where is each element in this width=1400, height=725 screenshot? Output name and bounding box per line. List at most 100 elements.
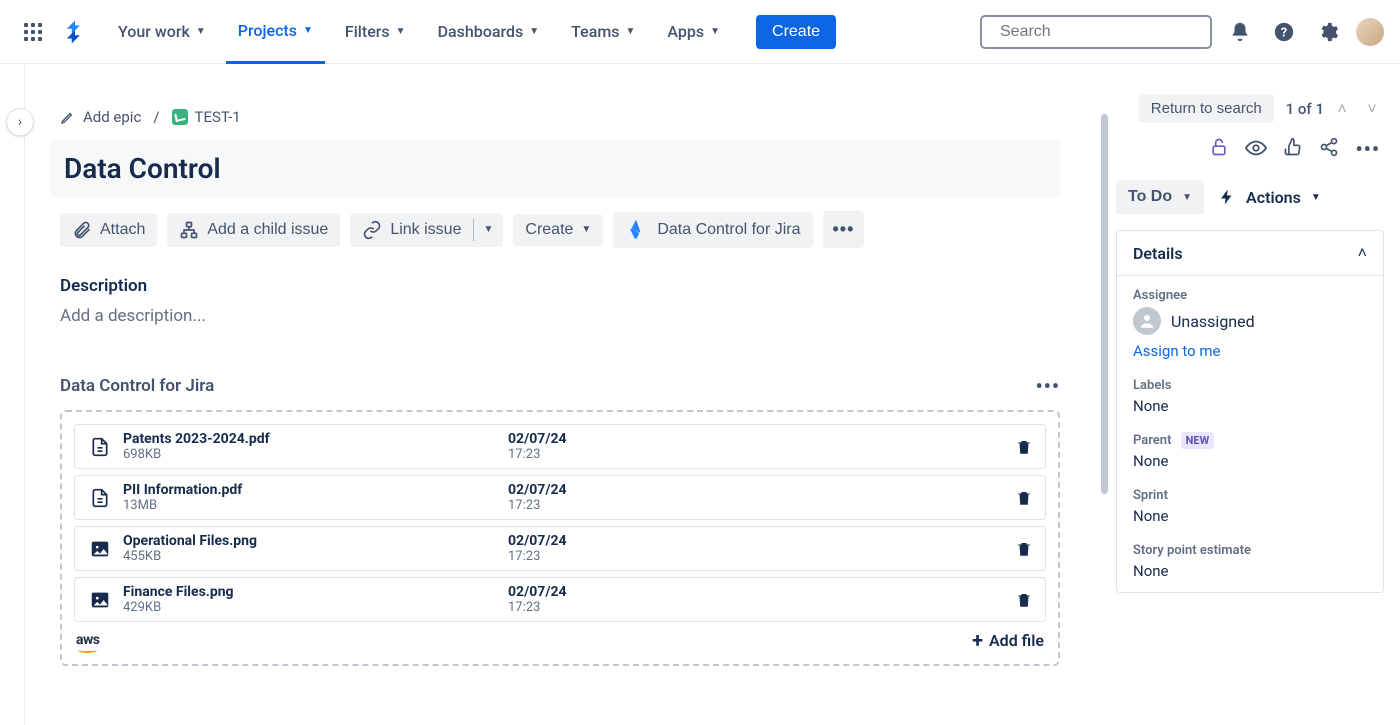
trash-icon bbox=[1015, 591, 1033, 609]
file-row[interactable]: Operational Files.png455KB02/07/2417:23 bbox=[74, 526, 1046, 571]
link-issue-label: Link issue bbox=[390, 221, 461, 239]
more-icon[interactable]: ••• bbox=[1355, 137, 1380, 164]
file-size: 698KB bbox=[123, 447, 508, 462]
status-label: To Do bbox=[1128, 188, 1172, 206]
delete-file-button[interactable] bbox=[993, 591, 1033, 609]
data-control-section-more[interactable]: ••• bbox=[1035, 374, 1060, 398]
details-title: Details bbox=[1133, 244, 1183, 263]
add-child-issue-button[interactable]: Add a child issue bbox=[167, 213, 340, 247]
return-to-search-button[interactable]: Return to search bbox=[1139, 94, 1274, 123]
help-icon[interactable]: ? bbox=[1268, 16, 1300, 48]
story-point-label: Story point estimate bbox=[1133, 543, 1367, 558]
actions-dropdown[interactable]: Actions ▼ bbox=[1218, 188, 1321, 207]
aws-logo-icon: aws bbox=[76, 632, 99, 648]
file-type-icon bbox=[87, 589, 113, 611]
nav-teams[interactable]: Teams ▼ bbox=[559, 2, 647, 62]
search-box[interactable] bbox=[980, 15, 1212, 49]
link-issue-dropdown[interactable]: ▼ bbox=[473, 213, 503, 247]
story-icon bbox=[172, 109, 188, 125]
atlassian-icon bbox=[625, 219, 647, 241]
chevron-down-icon: ▼ bbox=[483, 224, 493, 235]
assignee-label: Assignee bbox=[1133, 288, 1367, 303]
create-dropdown-button[interactable]: Create ▼ bbox=[513, 214, 603, 246]
story-point-field[interactable]: None bbox=[1133, 562, 1367, 580]
data-control-app-button[interactable]: Data Control for Jira bbox=[613, 212, 812, 248]
trash-icon bbox=[1015, 489, 1033, 507]
file-row[interactable]: Patents 2023-2024.pdf698KB02/07/2417:23 bbox=[74, 424, 1046, 469]
lock-icon[interactable] bbox=[1209, 137, 1229, 164]
settings-icon[interactable] bbox=[1312, 16, 1344, 48]
issue-title: Data Control bbox=[64, 152, 1046, 185]
labels-field[interactable]: None bbox=[1133, 397, 1367, 415]
file-row[interactable]: Finance Files.png429KB02/07/2417:23 bbox=[74, 577, 1046, 622]
assign-to-me-link[interactable]: Assign to me bbox=[1133, 342, 1221, 360]
data-control-section-title: Data Control for Jira bbox=[60, 376, 214, 396]
file-time: 17:23 bbox=[508, 498, 608, 513]
status-dropdown[interactable]: To Do ▼ bbox=[1116, 180, 1204, 214]
trash-icon bbox=[1015, 540, 1033, 558]
file-size: 429KB bbox=[123, 600, 508, 615]
file-name: PII Information.pdf bbox=[123, 482, 508, 498]
file-size: 455KB bbox=[123, 549, 508, 564]
nav-apps-label: Apps bbox=[667, 22, 704, 41]
chevron-down-icon: ▼ bbox=[396, 26, 406, 37]
jira-logo-icon[interactable] bbox=[62, 19, 88, 45]
file-row[interactable]: PII Information.pdf13MB02/07/2417:23 bbox=[74, 475, 1046, 520]
action-toolbar: Attach Add a child issue Link issue ▼ bbox=[50, 211, 1060, 248]
file-type-icon bbox=[87, 436, 113, 458]
app-switcher-icon[interactable] bbox=[16, 15, 50, 49]
nav-your-work[interactable]: Your work ▼ bbox=[106, 2, 218, 62]
file-name: Finance Files.png bbox=[123, 584, 508, 600]
nav-apps[interactable]: Apps ▼ bbox=[655, 2, 732, 62]
chevron-down-icon: ▼ bbox=[529, 26, 539, 37]
file-date: 02/07/24 bbox=[508, 431, 608, 447]
delete-file-button[interactable] bbox=[993, 489, 1033, 507]
attachment-icon bbox=[72, 220, 92, 240]
link-issue-split: Link issue ▼ bbox=[350, 213, 503, 247]
create-button[interactable]: Create bbox=[756, 15, 836, 49]
chevron-down-icon: ▼ bbox=[1311, 192, 1321, 203]
new-badge: NEW bbox=[1181, 432, 1215, 449]
nav-projects-label: Projects bbox=[238, 21, 297, 40]
breadcrumb-issue[interactable]: TEST-1 bbox=[172, 108, 241, 126]
assignee-field[interactable]: Unassigned bbox=[1133, 307, 1367, 335]
notifications-icon[interactable] bbox=[1224, 16, 1256, 48]
vote-icon[interactable] bbox=[1283, 137, 1303, 164]
issue-title-block[interactable]: Data Control bbox=[50, 140, 1060, 197]
nav-dashboards[interactable]: Dashboards ▼ bbox=[426, 2, 552, 62]
file-date: 02/07/24 bbox=[508, 533, 608, 549]
more-actions-button[interactable]: ••• bbox=[823, 211, 865, 248]
labels-label: Labels bbox=[1133, 378, 1367, 393]
watch-icon[interactable] bbox=[1245, 137, 1267, 164]
nav-filters[interactable]: Filters ▼ bbox=[333, 2, 418, 62]
nav-filters-label: Filters bbox=[345, 22, 390, 41]
description-heading: Description bbox=[50, 276, 1060, 296]
breadcrumb-add-epic-label: Add epic bbox=[83, 108, 141, 126]
parent-field[interactable]: None bbox=[1133, 452, 1367, 470]
link-issue-button[interactable]: Link issue bbox=[350, 213, 473, 247]
sidebar-expand-toggle[interactable]: › bbox=[6, 108, 34, 136]
description-input[interactable]: Add a description... bbox=[50, 306, 1060, 326]
attach-button[interactable]: Attach bbox=[60, 213, 157, 247]
breadcrumb: Add epic / TEST-1 bbox=[50, 108, 1060, 126]
file-time: 17:23 bbox=[508, 600, 608, 615]
file-drop-zone[interactable]: Patents 2023-2024.pdf698KB02/07/2417:23 P… bbox=[60, 410, 1060, 666]
scrollbar[interactable] bbox=[1100, 74, 1110, 665]
details-toggle[interactable]: Details ˄ bbox=[1117, 231, 1383, 276]
breadcrumb-add-epic[interactable]: Add epic bbox=[60, 108, 141, 126]
search-input[interactable] bbox=[1000, 23, 1207, 41]
profile-avatar[interactable] bbox=[1356, 18, 1384, 46]
add-file-button[interactable]: + Add file bbox=[972, 628, 1044, 652]
nav-projects[interactable]: Projects ▼ bbox=[226, 1, 325, 64]
share-icon[interactable] bbox=[1319, 137, 1339, 164]
file-time: 17:23 bbox=[508, 447, 608, 462]
details-panel: Details ˄ Assignee Unassigned Assign to … bbox=[1116, 230, 1384, 593]
file-type-icon bbox=[87, 487, 113, 509]
pager-prev[interactable]: ˄ bbox=[1330, 97, 1354, 121]
pager-next[interactable]: ˅ bbox=[1360, 97, 1384, 121]
delete-file-button[interactable] bbox=[993, 540, 1033, 558]
assignee-value: Unassigned bbox=[1171, 312, 1255, 331]
sprint-field[interactable]: None bbox=[1133, 507, 1367, 525]
delete-file-button[interactable] bbox=[993, 438, 1033, 456]
hierarchy-icon bbox=[179, 220, 199, 240]
